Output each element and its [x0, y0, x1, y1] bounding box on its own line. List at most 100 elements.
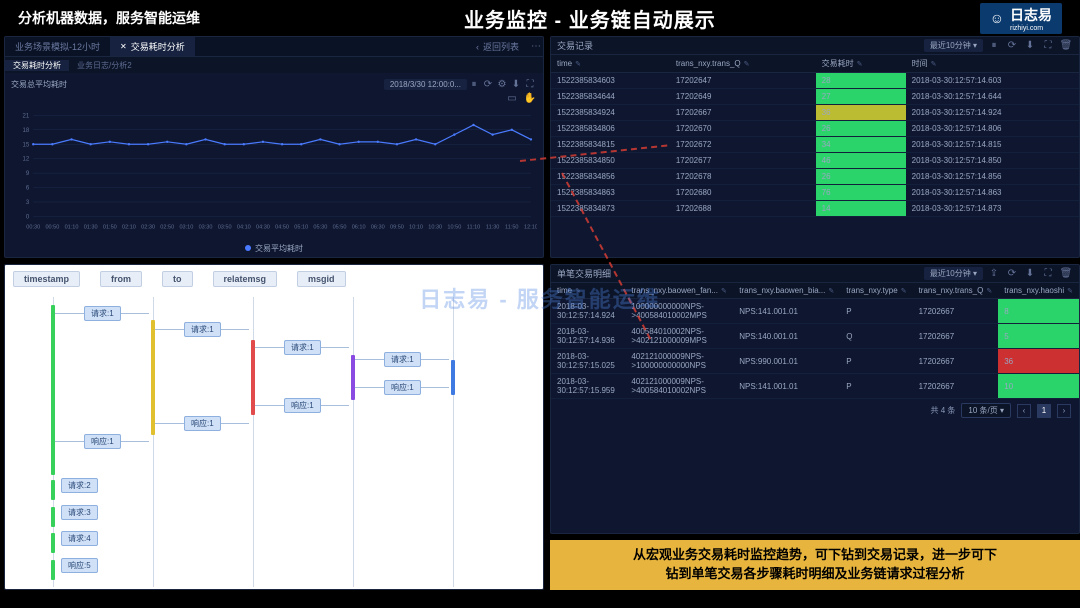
svg-text:18: 18 — [22, 128, 29, 134]
pager-prev[interactable]: ‹ — [1017, 404, 1031, 418]
export-icon[interactable]: ⇪ — [987, 267, 1001, 281]
detail-range[interactable]: 最近10分钟 ▾ — [924, 267, 983, 280]
delete-icon[interactable]: 🗑 — [1059, 267, 1073, 281]
back-link[interactable]: ‹ 返回列表 — [466, 37, 529, 56]
pause-icon[interactable]: ⏸ — [467, 77, 481, 91]
fullscreen-icon[interactable]: ⛶ — [523, 77, 537, 91]
subtab-2[interactable]: 业务日志/分析2 — [69, 60, 140, 71]
flow-node[interactable]: 响应:1 — [84, 434, 121, 449]
svg-text:04:50: 04:50 — [275, 225, 289, 231]
chart-datetime[interactable]: 2018/3/30 12:00:0... — [384, 79, 467, 90]
settings-icon[interactable]: ⚙ — [495, 77, 509, 91]
refresh-icon[interactable]: ⟳ — [1005, 267, 1019, 281]
flow-node[interactable]: 响应:1 — [284, 398, 321, 413]
detail-title: 单笔交易明细 — [557, 267, 611, 280]
table-row[interactable]: 152238583480617202670 262018-03-30:12:57… — [551, 121, 1079, 137]
download-icon[interactable]: ⬇ — [509, 77, 523, 91]
svg-text:21: 21 — [22, 113, 29, 119]
pause-icon[interactable]: ⏸ — [987, 39, 1001, 53]
line-chart[interactable]: 03691215182100:3000:5001:1001:3001:5002:… — [11, 103, 537, 243]
fullscreen-icon[interactable]: ⛶ — [1041, 39, 1055, 53]
pager-page[interactable]: 1 — [1037, 404, 1051, 418]
records-table: time✎trans_nxy.trans_Q✎交易耗时✎时间✎ 15223858… — [551, 55, 1079, 217]
col-header[interactable]: trans_nxy.haoshi✎ — [998, 283, 1079, 299]
chart-legend: 交易平均耗时 — [255, 244, 303, 253]
svg-text:02:50: 02:50 — [160, 225, 174, 231]
col-header[interactable]: trans_nxy.type✎ — [840, 283, 912, 299]
chart-tabs: 业务场景模拟-12小时 ✕交易耗时分析 ‹ 返回列表 ⋯ — [5, 37, 543, 57]
flow-node[interactable]: 请求:1 — [284, 340, 321, 355]
flow-node[interactable]: 响应:5 — [61, 558, 98, 573]
refresh-icon[interactable]: ⟳ — [481, 77, 495, 91]
flow-header: from — [100, 271, 142, 287]
col-header[interactable]: trans_nxy.baowen_bia...✎ — [733, 283, 840, 299]
svg-text:9: 9 — [26, 171, 30, 177]
pager: 共 4 条 10 条/页 ▾ ‹ 1 › — [551, 399, 1079, 422]
table-row[interactable]: 152238583487317202688 142018-03-30:12:57… — [551, 201, 1079, 217]
table-row[interactable]: 152238583460317202647 282018-03-30:12:57… — [551, 73, 1079, 89]
detail-table: time✎trans_nxy.baowen_fan...✎trans_nxy.b… — [551, 283, 1079, 399]
table-row[interactable]: 152238583492417202667 362018-03-30:12:57… — [551, 105, 1079, 121]
refresh-icon[interactable]: ⟳ — [1005, 39, 1019, 53]
flow-header: timestamp — [13, 271, 80, 287]
flow-node[interactable]: 请求:3 — [61, 505, 98, 520]
col-header[interactable]: time✎ — [551, 55, 670, 73]
brand-logo[interactable]: ☺ 日志易 rizhiyi.com — [980, 3, 1062, 34]
download-icon[interactable]: ⬇ — [1023, 39, 1037, 53]
brand-sub: rizhiyi.com — [1010, 25, 1052, 32]
flow-node[interactable]: 请求:1 — [84, 306, 121, 321]
flow-diagram[interactable]: timestampfromtorelatemsgmsgid 请求:1请求:1请求… — [5, 265, 543, 589]
table-row[interactable]: 2018-03-30:12:57:14.924100000000000NPS->… — [551, 299, 1079, 324]
caption-line-1: 从宏观业务交易耗时监控趋势，可下钻到交易记录，进一步可下 — [560, 546, 1070, 565]
col-header[interactable]: trans_nxy.trans_Q✎ — [670, 55, 816, 73]
table-row[interactable]: 152238583486317202680 762018-03-30:12:57… — [551, 185, 1079, 201]
svg-text:04:30: 04:30 — [256, 225, 270, 231]
subtab-1[interactable]: 交易耗时分析 — [5, 60, 69, 71]
svg-text:3: 3 — [26, 200, 30, 206]
svg-text:12: 12 — [22, 157, 29, 163]
col-header[interactable]: time✎ — [551, 283, 625, 299]
col-header[interactable]: 时间✎ — [906, 55, 1079, 73]
svg-text:09:50: 09:50 — [390, 225, 404, 231]
tab-latency[interactable]: ✕交易耗时分析 — [110, 37, 195, 56]
delete-icon[interactable]: 🗑 — [1059, 39, 1073, 53]
flow-node[interactable]: 请求:4 — [61, 531, 98, 546]
flow-node[interactable]: 响应:1 — [384, 380, 421, 395]
svg-text:00:50: 00:50 — [45, 225, 59, 231]
tab-scenario[interactable]: 业务场景模拟-12小时 — [5, 37, 110, 56]
svg-text:06:30: 06:30 — [371, 225, 385, 231]
table-row[interactable]: 152238583485017202677 462018-03-30:12:57… — [551, 153, 1079, 169]
table-row[interactable]: 2018-03-30:12:57:15.025402121000009NPS->… — [551, 349, 1079, 374]
table-row[interactable]: 152238583485617202678 262018-03-30:12:57… — [551, 169, 1079, 185]
svg-text:01:10: 01:10 — [65, 225, 79, 231]
flow-node[interactable]: 请求:1 — [184, 322, 221, 337]
col-header[interactable]: 交易耗时✎ — [816, 55, 906, 73]
records-range[interactable]: 最近10分钟 ▾ — [924, 39, 983, 52]
flow-node[interactable]: 响应:1 — [184, 416, 221, 431]
flow-header: relatemsg — [213, 271, 278, 287]
svg-text:12:10: 12:10 — [524, 225, 537, 231]
table-row[interactable]: 2018-03-30:12:57:15.959402121000009NPS->… — [551, 374, 1079, 399]
more-icon[interactable]: ⋯ — [529, 40, 543, 54]
svg-text:06:10: 06:10 — [352, 225, 366, 231]
svg-text:11:10: 11:10 — [467, 225, 480, 231]
pager-next[interactable]: › — [1057, 404, 1071, 418]
caption-box: 从宏观业务交易耗时监控趋势，可下钻到交易记录，进一步可下 钻到单笔交易各步骤耗时… — [550, 540, 1080, 590]
records-title: 交易记录 — [557, 39, 593, 52]
svg-text:05:10: 05:10 — [294, 225, 308, 231]
table-row[interactable]: 152238583464417202649 272018-03-30:12:57… — [551, 89, 1079, 105]
svg-text:11:50: 11:50 — [505, 225, 518, 231]
close-icon[interactable]: ✕ — [120, 42, 127, 51]
table-row[interactable]: 2018-03-30:12:57:14.936400584010002NPS->… — [551, 324, 1079, 349]
col-header[interactable]: trans_nxy.trans_Q✎ — [913, 283, 999, 299]
flow-node[interactable]: 请求:2 — [61, 478, 98, 493]
svg-text:02:30: 02:30 — [141, 225, 155, 231]
pager-size-select[interactable]: 10 条/页 ▾ — [961, 403, 1011, 418]
fullscreen-icon[interactable]: ⛶ — [1041, 267, 1055, 281]
download-icon[interactable]: ⬇ — [1023, 267, 1037, 281]
svg-text:01:50: 01:50 — [103, 225, 117, 231]
table-row[interactable]: 152238583481517202672 342018-03-30:12:57… — [551, 137, 1079, 153]
col-header[interactable]: trans_nxy.baowen_fan...✎ — [625, 283, 733, 299]
flow-node[interactable]: 请求:1 — [384, 352, 421, 367]
page-title: 业务监控 - 业务链自动展示 — [200, 4, 980, 33]
